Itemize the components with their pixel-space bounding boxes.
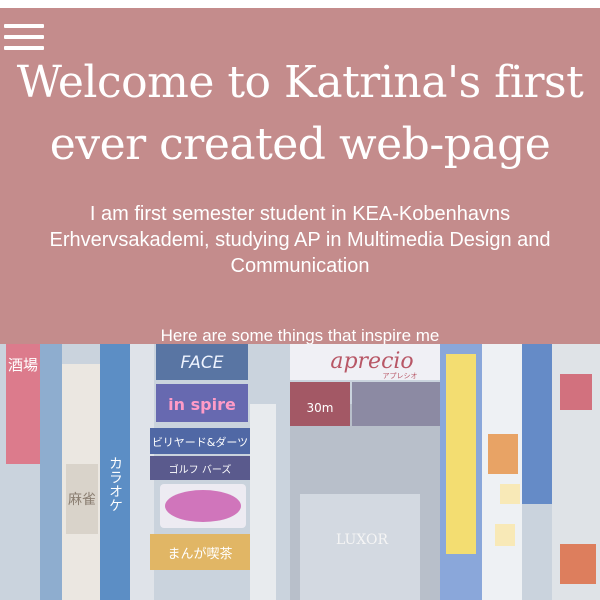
intro-text: I am first semester student in KEA-Koben… <box>0 201 600 279</box>
photo-light-overlay <box>0 344 600 600</box>
tokyo-neon-photo: 酒場 麻雀 カラオケ FACE in spire ビリヤード&ダーツ ゴルフ バ… <box>0 344 600 600</box>
page-title: Welcome to Katrina's first ever created … <box>0 52 600 176</box>
hamburger-menu-icon[interactable] <box>4 24 44 50</box>
intro-line-3: Communication <box>230 255 370 277</box>
intro-line-1: I am first semester student in KEA-Koben… <box>89 203 511 225</box>
intro-line-2: Erhvervsakademi, studying AP in Multimed… <box>49 229 551 251</box>
menu-bar <box>4 35 44 39</box>
hero-header: Welcome to Katrina's first ever created … <box>0 8 600 345</box>
menu-bar <box>4 46 44 50</box>
page: Welcome to Katrina's first ever created … <box>0 0 600 600</box>
page-title-line-1: Welcome to Katrina's first <box>16 57 584 108</box>
page-title-line-2: ever created web-page <box>49 119 551 170</box>
menu-bar <box>4 24 44 28</box>
